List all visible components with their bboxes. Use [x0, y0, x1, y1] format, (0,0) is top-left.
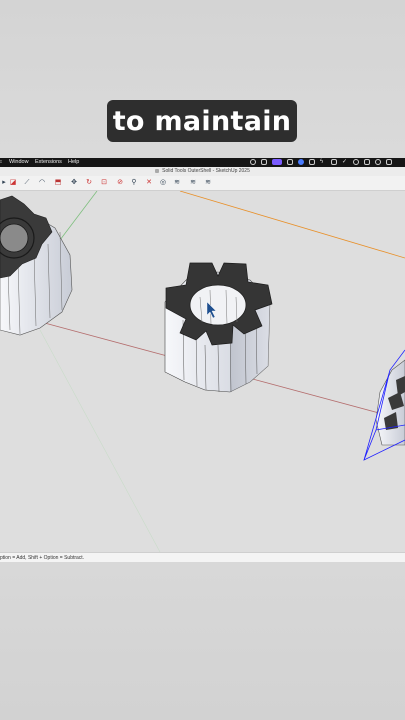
- move-icon[interactable]: ✥: [70, 179, 78, 187]
- menu-item-help[interactable]: Help: [68, 159, 79, 165]
- document-icon: [155, 168, 160, 173]
- select-icon[interactable]: ▸: [0, 179, 8, 187]
- toolbar: ▸ ◪ ⟋ ◠ ⬒ ✥ ↻ ⊡ ⊘ ⚲ ✕ ◎ ≋ ≋ ≋: [0, 176, 405, 191]
- zoom-icon[interactable]: ◎: [159, 179, 167, 187]
- pan-icon[interactable]: ✕: [145, 179, 153, 187]
- model-canvas[interactable]: [0, 191, 405, 552]
- record-icon[interactable]: [250, 159, 256, 165]
- outer-shell-icon[interactable]: ≋: [189, 179, 197, 187]
- eraser-icon[interactable]: ◪: [9, 179, 17, 187]
- rotate-icon[interactable]: ↻: [85, 179, 93, 187]
- green-axis-ghost: [39, 329, 161, 552]
- chart-icon[interactable]: [331, 159, 337, 165]
- control-center-icon[interactable]: [386, 159, 392, 165]
- zoom-extents-icon[interactable]: ≋: [173, 179, 181, 187]
- window-title: Solid Tools OuterShell - SketchUp 2025: [162, 168, 250, 174]
- menu-item-truncated[interactable]: ɪ: [0, 159, 2, 165]
- macos-menu-bar: ɪ Window Extensions Help ϟ ✓: [0, 158, 405, 167]
- bottom-background: [0, 562, 405, 720]
- window-icon[interactable]: [309, 159, 315, 165]
- arc-icon[interactable]: ◠: [38, 179, 46, 187]
- right-gear-model-selected[interactable]: [363, 349, 405, 461]
- app-badge-icon[interactable]: [272, 159, 282, 165]
- mic-icon[interactable]: ✓: [342, 159, 348, 165]
- wifi-icon[interactable]: [375, 159, 381, 165]
- user-icon[interactable]: [353, 159, 359, 165]
- browser-icon[interactable]: [298, 159, 304, 165]
- offset-icon[interactable]: ⊡: [100, 179, 108, 187]
- menu-item-extensions[interactable]: Extensions: [35, 159, 62, 165]
- tape-measure-icon[interactable]: ⊘: [116, 179, 124, 187]
- orange-axis: [179, 191, 405, 259]
- orbit-icon[interactable]: ⚲: [130, 179, 138, 187]
- menu-tray: ϟ ✓: [250, 159, 392, 165]
- intersect-icon[interactable]: ≋: [204, 179, 212, 187]
- green-axis: [59, 191, 98, 241]
- center-gear-model[interactable]: [164, 262, 273, 393]
- menu-item-window[interactable]: Window: [9, 159, 29, 165]
- 3d-viewport[interactable]: [0, 191, 405, 552]
- left-gear-model[interactable]: [0, 195, 73, 336]
- battery-icon[interactable]: [364, 159, 370, 165]
- screen-icon[interactable]: [261, 159, 267, 165]
- status-hint: ption = Add, Shift + Option = Subtract.: [0, 555, 85, 561]
- window-title-bar: Solid Tools OuterShell - SketchUp 2025: [0, 167, 405, 176]
- line-icon[interactable]: ⟋: [23, 179, 31, 187]
- push-pull-icon[interactable]: ⬒: [54, 179, 62, 187]
- bolt-icon[interactable]: ϟ: [320, 159, 326, 165]
- video-caption: to maintain: [107, 100, 297, 142]
- display-icon[interactable]: [287, 159, 293, 165]
